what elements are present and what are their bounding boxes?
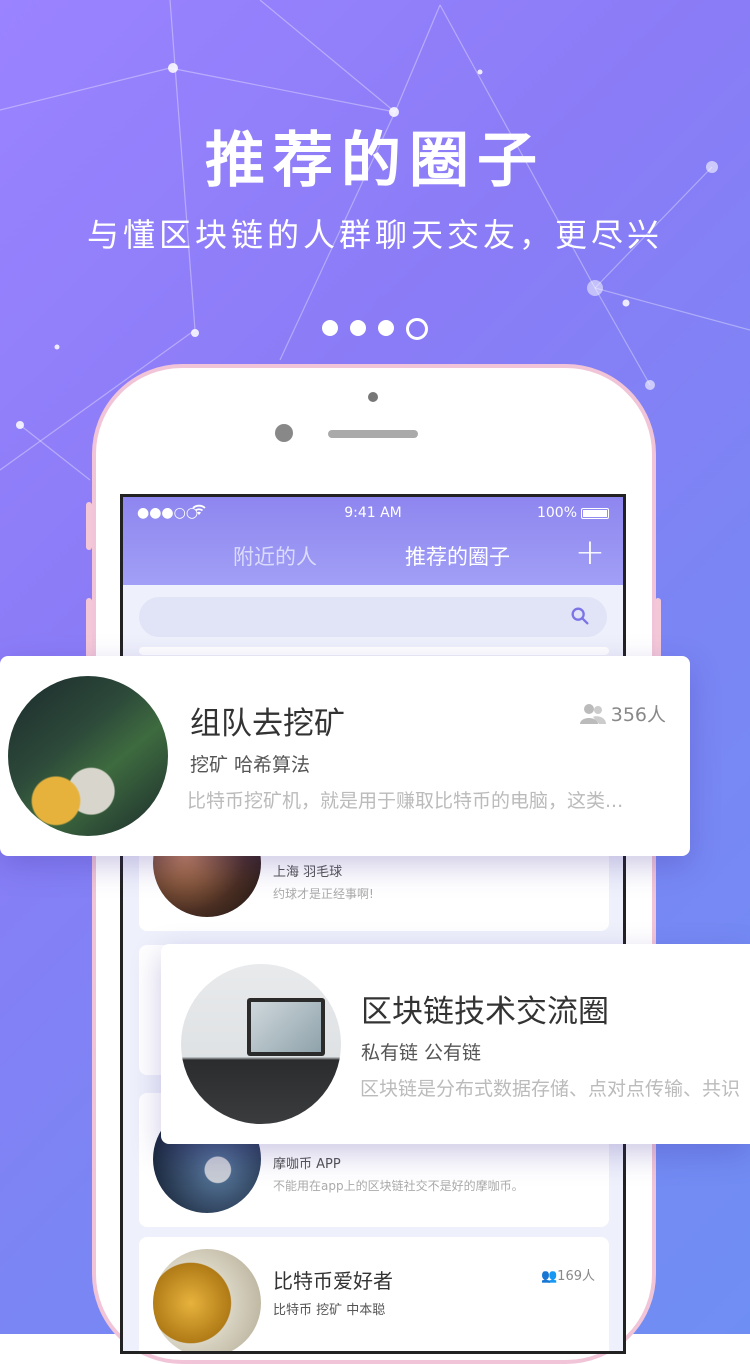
circle-description: 约球才是正经事啊! bbox=[273, 887, 374, 901]
members-icon: 👥 bbox=[540, 1269, 558, 1284]
search-input[interactable] bbox=[139, 597, 607, 637]
circle-description: 不能用在app上的区块链社交不是好的摩咖币。 bbox=[273, 1179, 524, 1193]
circle-avatar bbox=[8, 676, 168, 836]
circle-tags: 上海 羽毛球 bbox=[273, 865, 343, 880]
circle-description: 比特币挖矿机，就是用于赚取比特币的电脑，这类... bbox=[187, 790, 624, 812]
battery-icon bbox=[581, 508, 609, 519]
circle-tags: 比特币 挖矿 中本聪 bbox=[273, 1303, 386, 1318]
member-count: 👥169人 bbox=[540, 1269, 595, 1284]
phone-side-button bbox=[86, 502, 92, 550]
phone-side-button bbox=[86, 598, 92, 658]
phone-side-button bbox=[655, 598, 661, 658]
list-item[interactable] bbox=[139, 647, 609, 655]
battery-percent: 100% bbox=[536, 505, 577, 521]
member-count: 356人 bbox=[579, 700, 666, 727]
circle-avatar bbox=[153, 1249, 261, 1351]
hero-subtitle: 与懂区块链的人群聊天交友，更尽兴 bbox=[86, 216, 663, 254]
circle-tags: 私有链 公有链 bbox=[361, 1042, 482, 1064]
circle-title: 组队去挖矿 bbox=[190, 706, 345, 742]
featured-circle-card[interactable]: 组队去挖矿 356人 挖矿 哈希算法 比特币挖矿机，就是用于赚取比特币的电脑，这… bbox=[0, 656, 690, 856]
phone-screen: ●●●○○ 9:41 AM 100% 附近的人 推荐的圈子 + 上海 羽毛球 约… bbox=[120, 494, 626, 1354]
status-bar: ●●●○○ 9:41 AM 100% bbox=[123, 504, 623, 525]
page-dot[interactable] bbox=[322, 320, 338, 336]
circle-tags: 挖矿 哈希算法 bbox=[190, 754, 311, 776]
tab-nearby-people[interactable]: 附近的人 bbox=[233, 541, 317, 571]
circle-tags: 摩咖币 APP bbox=[273, 1157, 341, 1172]
page-dot[interactable] bbox=[378, 320, 394, 336]
circle-avatar bbox=[181, 964, 341, 1124]
tab-recommended-circles[interactable]: 推荐的圈子 bbox=[405, 541, 510, 571]
page-dot[interactable] bbox=[350, 320, 366, 336]
circle-title: 区块链技术交流圈 bbox=[361, 994, 609, 1030]
phone-camera bbox=[275, 424, 293, 442]
search-icon bbox=[571, 607, 589, 625]
members-icon bbox=[579, 703, 606, 724]
plus-icon[interactable]: + bbox=[575, 535, 605, 571]
phone-speaker bbox=[328, 430, 418, 438]
pagination-dots bbox=[0, 318, 750, 340]
phone-sensor bbox=[368, 392, 378, 402]
nav-bar: ●●●○○ 9:41 AM 100% 附近的人 推荐的圈子 + bbox=[123, 497, 623, 585]
featured-circle-card[interactable]: 区块链技术交流圈 私有链 公有链 区块链是分布式数据存储、点对点传输、共识 bbox=[161, 944, 750, 1144]
circle-description: 区块链是分布式数据存储、点对点传输、共识 bbox=[360, 1078, 741, 1100]
monitor-illustration bbox=[247, 998, 325, 1056]
circle-title: 比特币爱好者 bbox=[273, 1269, 393, 1293]
hero-title: 推荐的圈子 bbox=[205, 126, 545, 196]
list-item[interactable]: 比特币爱好者 👥169人 比特币 挖矿 中本聪 bbox=[139, 1237, 609, 1351]
page-dot-active[interactable] bbox=[406, 318, 428, 340]
